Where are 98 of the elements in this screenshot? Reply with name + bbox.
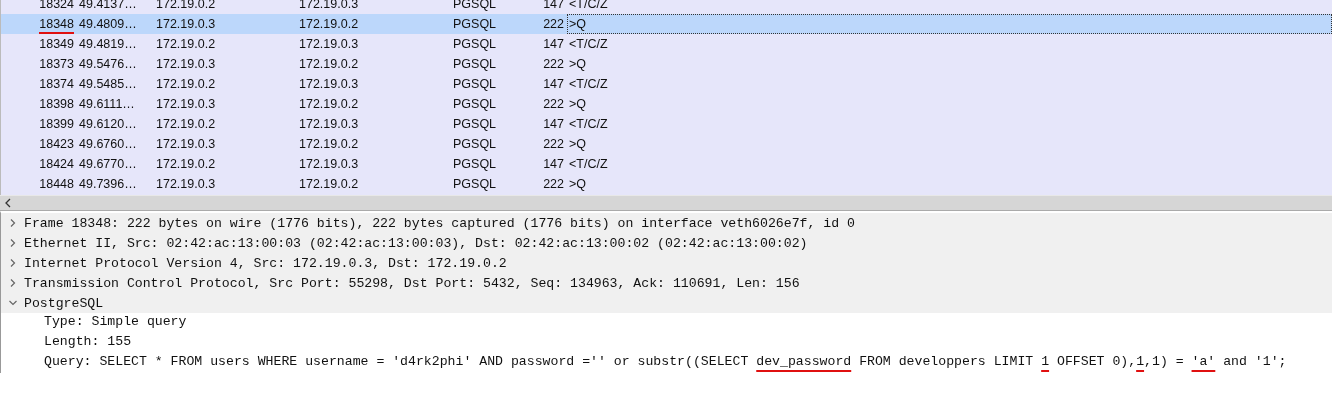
tree-item[interactable]: PostgreSQL xyxy=(1,293,1332,313)
source-address: 172.19.0.3 xyxy=(156,57,217,71)
protocol-cell-text: PGSQL xyxy=(453,157,498,171)
length-cell-text: 147 xyxy=(542,0,565,11)
tree-item[interactable]: Frame 18348: 222 bytes on wire (1776 bits), 222 bytes captured (1776 bits) on interface veth6026e7f, id 0 xyxy=(1,213,1332,233)
chevron-right-icon[interactable] xyxy=(9,279,17,287)
destination-address: 172.19.0.3 xyxy=(299,117,360,131)
packet-number: 18348 xyxy=(39,14,74,34)
destination-address: 172.19.0.2 xyxy=(299,57,360,71)
packet-row[interactable]: 18398 49.6111… 172.19.0.3 172.19.0.2 PGSQL 222 >Q xyxy=(1,94,1332,114)
packet-number: 18399 xyxy=(39,116,74,133)
info-cell-text: >Q xyxy=(568,96,588,113)
field-text: Length: 155 xyxy=(44,333,132,351)
packet-row[interactable]: 18423 49.6760… 172.19.0.3 172.19.0.2 PGSQL 222 >Q xyxy=(1,134,1332,154)
protocol-cell-text: PGSQL xyxy=(453,117,498,131)
packet-row[interactable]: 18348 49.4809… 172.19.0.3 172.19.0.2 PGSQL 222 >Q xyxy=(1,14,1332,34)
packet-time: 49.4819… xyxy=(78,37,138,51)
protocol-cell-text: PGSQL xyxy=(453,177,498,191)
length-cell-text: 147 xyxy=(542,37,565,51)
tree-item[interactable]: Ethernet II, Src: 02:42:ac:13:00:03 (02:42:ac:13:00:03), Dst: 02:42:ac:13:00:02 (02:42:ac:13:00:02) xyxy=(1,233,1332,253)
destination-address: 172.19.0.3 xyxy=(299,37,360,51)
length-cell-text: 222 xyxy=(542,137,565,151)
destination-address: 172.19.0.2 xyxy=(299,17,360,31)
destination-address: 172.19.0.3 xyxy=(299,0,360,11)
info-cell-text: >Q xyxy=(568,136,588,153)
length-cell-text: 147 xyxy=(542,77,565,91)
packet-time: 49.6120… xyxy=(78,117,138,131)
destination-address: 172.19.0.2 xyxy=(299,97,360,111)
info-cell: >Q xyxy=(567,14,1332,34)
packet-row[interactable]: 18349 49.4819… 172.19.0.2 172.19.0.3 PGSQL 147 <T/C/Z xyxy=(1,34,1332,54)
packet-number: 18448 xyxy=(39,176,74,193)
packet-number: 18324 xyxy=(39,0,74,13)
protocol-cell-text: PGSQL xyxy=(453,0,498,11)
length-cell-text: 222 xyxy=(542,177,565,191)
protocol-cell-text: PGSQL xyxy=(453,97,498,111)
info-cell-text: <T/C/Z xyxy=(568,36,609,53)
packet-number: 18349 xyxy=(39,36,74,53)
info-cell-text: >Q xyxy=(568,176,588,193)
packet-time: 49.4137… xyxy=(78,0,138,11)
packet-time: 49.6770… xyxy=(78,157,138,171)
source-address: 172.19.0.2 xyxy=(156,77,217,91)
tree-item-label: Frame 18348: 222 bytes on wire (1776 bits), 222 bytes captured (1776 bits) on interface veth6026e7f, id 0 xyxy=(24,215,855,231)
packet-number: 18424 xyxy=(39,156,74,173)
tree-item[interactable]: Transmission Control Protocol, Src Port: 55298, Dst Port: 5432, Seq: 134963, Ack: 110691, Len: 156 xyxy=(1,273,1332,293)
info-cell-text: <T/C/Z xyxy=(568,76,609,93)
packet-time: 49.7396… xyxy=(78,177,138,191)
length-cell-text: 222 xyxy=(542,57,565,71)
protocol-cell-text: PGSQL xyxy=(453,77,498,91)
length-cell-text: 222 xyxy=(542,17,565,31)
packet-time: 49.4809… xyxy=(78,17,138,31)
field-text: Type: Simple query xyxy=(44,313,187,331)
chevron-down-icon[interactable] xyxy=(9,299,17,307)
chevron-right-icon[interactable] xyxy=(9,259,17,267)
source-address: 172.19.0.2 xyxy=(156,157,217,171)
length-cell-text: 147 xyxy=(542,157,565,171)
source-address: 172.19.0.3 xyxy=(156,97,217,111)
length-cell-text: 147 xyxy=(542,117,565,131)
horizontal-scrollbar[interactable] xyxy=(0,195,1332,211)
info-cell-text: >Q xyxy=(568,56,588,73)
protocol-cell-text: PGSQL xyxy=(453,37,498,51)
protocol-cell-text: PGSQL xyxy=(453,17,498,31)
source-address: 172.19.0.3 xyxy=(156,137,217,151)
destination-address: 172.19.0.2 xyxy=(299,137,360,151)
chevron-right-icon[interactable] xyxy=(9,239,17,247)
destination-address: 172.19.0.2 xyxy=(299,177,360,191)
source-address: 172.19.0.2 xyxy=(156,117,217,131)
packet-number: 18423 xyxy=(39,136,74,153)
chevron-right-icon[interactable] xyxy=(9,219,17,227)
protocol-cell-text: PGSQL xyxy=(453,57,498,71)
info-cell-text: <T/C/Z xyxy=(568,116,609,133)
scroll-left-icon[interactable] xyxy=(5,198,11,208)
packet-row[interactable]: 18448 49.7396… 172.19.0.3 172.19.0.2 PGSQL 222 >Q xyxy=(1,174,1332,194)
tree-item-label: Ethernet II, Src: 02:42:ac:13:00:03 (02:42:ac:13:00:03), Dst: 02:42:ac:13:00:02 (02:42:ac:13:00:02) xyxy=(24,235,808,251)
destination-address: 172.19.0.3 xyxy=(299,157,360,171)
source-address: 172.19.0.2 xyxy=(156,37,217,51)
packet-time: 49.5476… xyxy=(78,57,138,71)
packet-row[interactable]: 18373 49.5476… 172.19.0.3 172.19.0.2 PGSQL 222 >Q xyxy=(1,54,1332,74)
field-text: Query: SELECT * FROM users WHERE username = 'd4rk2phi' AND password ='' or substr((SELECT dev_password FROM developpers LIMIT 1 OFFSET 0),1,1) = 'a' and '1'; xyxy=(44,353,1287,371)
packet-row[interactable]: 18374 49.5485… 172.19.0.2 172.19.0.3 PGSQL 147 <T/C/Z xyxy=(1,74,1332,94)
tree-item-label: Internet Protocol Version 4, Src: 172.19.0.3, Dst: 172.19.0.2 xyxy=(24,255,507,271)
packet-time: 49.6111… xyxy=(78,97,136,111)
info-cell-text: <T/C/Z xyxy=(568,156,609,173)
packet-row[interactable]: 18399 49.6120… 172.19.0.2 172.19.0.3 PGSQL 147 <T/C/Z xyxy=(1,114,1332,134)
source-address: 172.19.0.2 xyxy=(156,0,217,11)
packet-time: 49.6760… xyxy=(78,137,138,151)
destination-address: 172.19.0.3 xyxy=(299,77,360,91)
packet-number: 18398 xyxy=(39,96,74,113)
source-address: 172.19.0.3 xyxy=(156,177,217,191)
tree-item[interactable]: Internet Protocol Version 4, Src: 172.19.0.3, Dst: 172.19.0.2 xyxy=(1,253,1332,273)
packet-time: 49.5485… xyxy=(78,77,138,91)
source-address: 172.19.0.3 xyxy=(156,17,217,31)
length-cell-text: 222 xyxy=(542,97,565,111)
packet-row[interactable]: 18424 49.6770… 172.19.0.2 172.19.0.3 PGSQL 147 <T/C/Z xyxy=(1,154,1332,174)
packet-number: 18374 xyxy=(39,76,74,93)
packet-number: 18373 xyxy=(39,56,74,73)
protocol-cell-text: PGSQL xyxy=(453,137,498,151)
tree-item-label: PostgreSQL xyxy=(24,295,104,311)
tree-item-label: Transmission Control Protocol, Src Port: 55298, Dst Port: 5432, Seq: 134963, Ack: 110691, Len: 156 xyxy=(24,275,800,291)
